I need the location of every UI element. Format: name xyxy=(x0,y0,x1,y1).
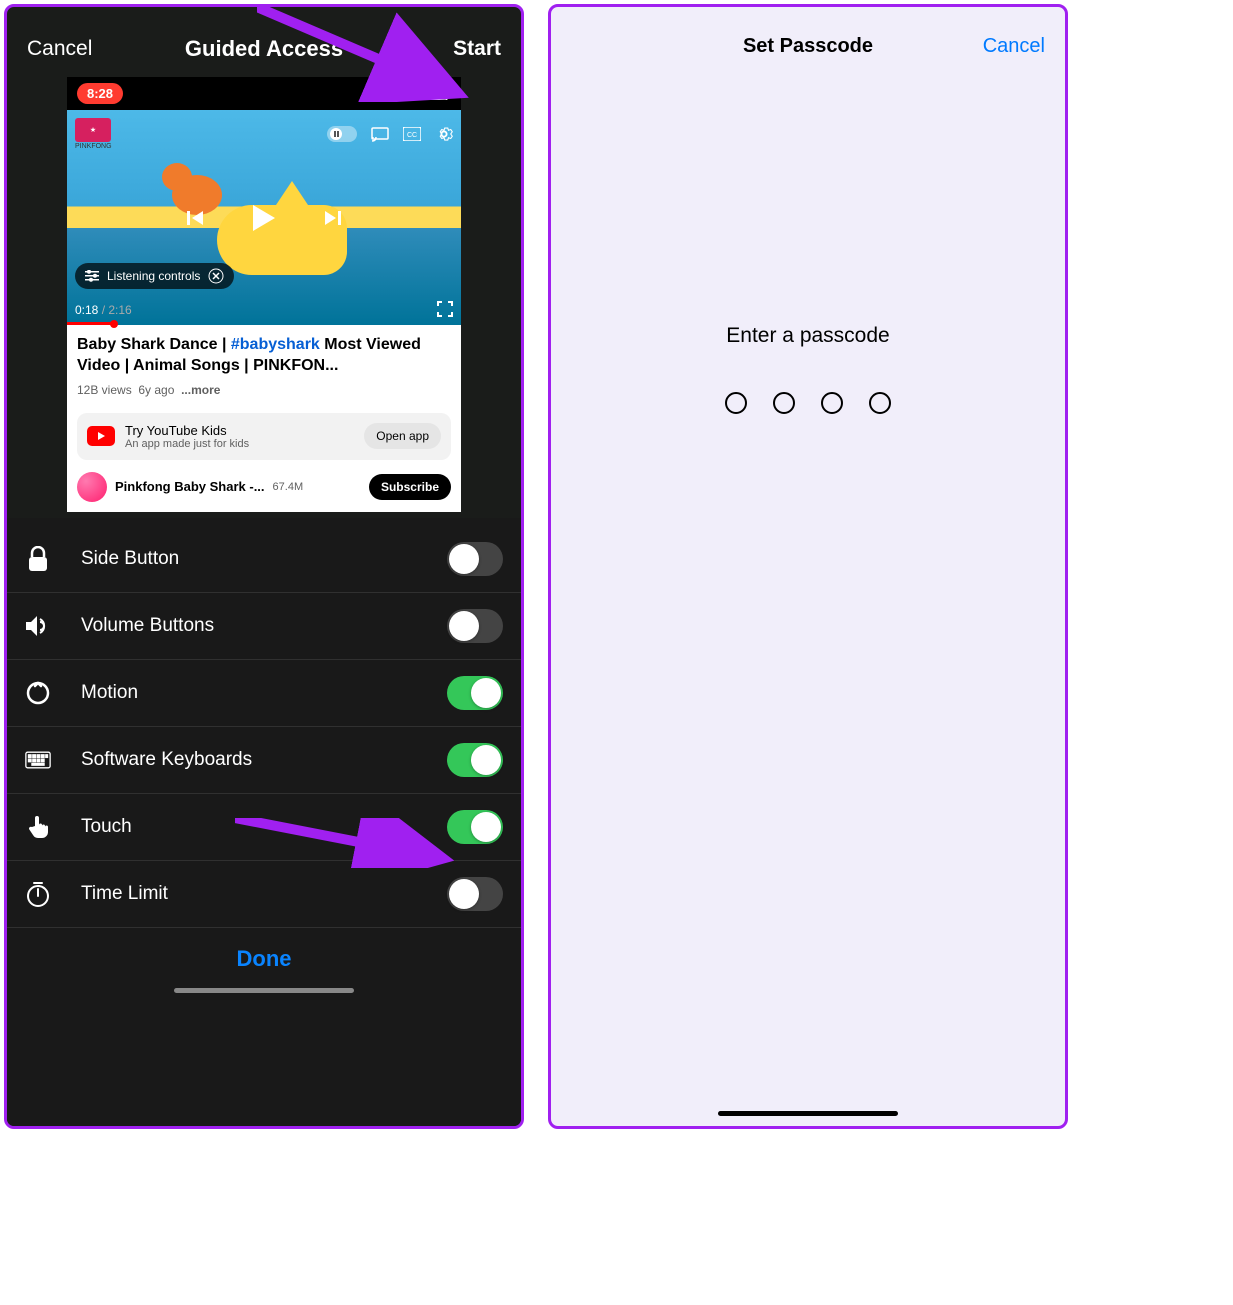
toggle-side-button[interactable] xyxy=(447,542,503,576)
passcode-dot xyxy=(773,392,795,414)
toggle-volume-buttons[interactable] xyxy=(447,609,503,643)
kids-subtitle: An app made just for kids xyxy=(125,438,249,450)
option-label: Volume Buttons xyxy=(81,615,214,637)
listening-controls-label: Listening controls xyxy=(107,269,200,283)
channel-name[interactable]: Pinkfong Baby Shark -... xyxy=(115,479,265,494)
cancel-button[interactable]: Cancel xyxy=(27,37,92,61)
open-app-button[interactable]: Open app xyxy=(364,423,441,449)
youtube-kids-card: Try YouTube Kids An app made just for ki… xyxy=(77,413,451,460)
annotation-arrow-touch xyxy=(235,818,460,868)
cc-icon[interactable]: CC xyxy=(403,127,421,141)
passcode-prompt: Enter a passcode xyxy=(726,324,889,348)
guided-access-options: Side Button Volume Buttons Motion Softwa… xyxy=(7,518,521,1126)
option-label: Software Keyboards xyxy=(81,749,252,771)
prev-icon[interactable] xyxy=(187,209,205,227)
autoplay-toggle[interactable] xyxy=(327,126,357,142)
option-row-software-keyboards: Software Keyboards xyxy=(7,727,521,794)
progress-bar[interactable] xyxy=(67,322,114,325)
option-label: Touch xyxy=(81,816,132,838)
kids-title: Try YouTube Kids xyxy=(125,423,249,438)
play-icon[interactable] xyxy=(253,205,275,231)
toggle-software-keyboards[interactable] xyxy=(447,743,503,777)
done-button[interactable]: Done xyxy=(7,928,521,982)
toggle-motion[interactable] xyxy=(447,676,503,710)
video-title[interactable]: Baby Shark Dance | #babyshark Most Viewe… xyxy=(77,335,451,377)
video-player[interactable]: ★ PINKFONG CC Listening controls xyxy=(67,110,461,325)
subscriber-count: 67.4M xyxy=(273,481,304,493)
lock-icon xyxy=(25,546,51,572)
listening-controls-pill[interactable]: Listening controls xyxy=(75,263,234,289)
option-row-volume-buttons: Volume Buttons xyxy=(7,593,521,660)
cast-icon[interactable] xyxy=(371,127,389,142)
gear-icon[interactable] xyxy=(435,125,453,143)
option-row-time-limit: Time Limit xyxy=(7,861,521,928)
video-meta: 12B views 6y ago ...more xyxy=(77,383,451,397)
close-icon[interactable] xyxy=(208,268,224,284)
guided-access-screen: Cancel Guided Access Start 8:28 xyxy=(4,4,524,1129)
passcode-header: Set Passcode Cancel xyxy=(551,7,1065,74)
channel-avatar[interactable] xyxy=(77,472,107,502)
more-button[interactable]: ...more xyxy=(181,383,220,397)
subscribe-button[interactable]: Subscribe xyxy=(369,474,451,500)
passcode-dot xyxy=(821,392,843,414)
option-label: Motion xyxy=(81,682,138,704)
toggle-time-limit[interactable] xyxy=(447,877,503,911)
youtube-icon xyxy=(87,426,115,446)
option-row-motion: Motion xyxy=(7,660,521,727)
option-label: Side Button xyxy=(81,548,179,570)
video-progress-time: 0:18 / 2:16 xyxy=(75,303,132,317)
page-title: Set Passcode xyxy=(743,35,873,58)
keyboard-icon xyxy=(25,750,51,770)
set-passcode-screen: Set Passcode Cancel Enter a passcode xyxy=(548,4,1068,1129)
passcode-dot xyxy=(725,392,747,414)
option-label: Time Limit xyxy=(81,883,168,905)
sliders-icon xyxy=(85,270,99,282)
touch-icon xyxy=(25,813,51,841)
channel-row: Pinkfong Baby Shark -... 67.4M Subscribe xyxy=(67,468,461,512)
pinkfong-logo: ★ xyxy=(75,118,111,142)
volume-icon xyxy=(25,615,51,637)
timer-icon xyxy=(25,881,51,907)
fullscreen-icon[interactable] xyxy=(437,301,453,317)
recording-time: 8:28 xyxy=(77,83,123,104)
motion-icon xyxy=(25,680,51,706)
svg-text:CC: CC xyxy=(407,132,417,139)
next-icon[interactable] xyxy=(323,209,341,227)
passcode-dots xyxy=(725,392,891,414)
annotation-arrow-start xyxy=(257,7,477,102)
home-indicator[interactable] xyxy=(718,1111,898,1116)
cancel-button[interactable]: Cancel xyxy=(983,35,1045,58)
video-info: Baby Shark Dance | #babyshark Most Viewe… xyxy=(67,325,461,405)
passcode-dot xyxy=(869,392,891,414)
home-indicator[interactable] xyxy=(174,988,354,993)
option-row-side-button: Side Button xyxy=(7,526,521,593)
youtube-app-preview: 8:28 ★ PINKFONG xyxy=(67,77,461,512)
